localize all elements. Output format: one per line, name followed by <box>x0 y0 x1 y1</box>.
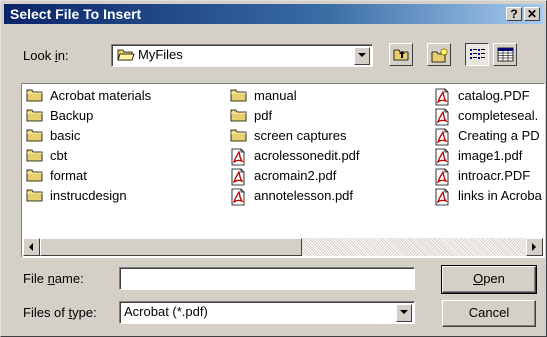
file-name-text: cbt <box>50 148 68 163</box>
folder-icon <box>26 128 44 145</box>
folder-icon <box>230 108 248 125</box>
cancel-button[interactable]: Cancel <box>442 300 536 327</box>
file-name-label: File name: <box>23 271 84 286</box>
scrollbar-thumb[interactable] <box>40 238 302 256</box>
select-file-dialog: Select File To Insert ? ✕ Look in: MyFil… <box>0 0 547 337</box>
open-folder-icon <box>117 49 135 61</box>
file-name-text: Acrobat materials <box>50 88 152 103</box>
folder-icon <box>26 148 44 165</box>
file-list[interactable]: Acrobat materials Backup basic cbt format ins… <box>21 83 545 258</box>
close-button[interactable]: ✕ <box>524 7 540 21</box>
scroll-right-button[interactable] <box>526 238 543 256</box>
look-in-value: MyFiles <box>138 47 183 62</box>
arrow-right-icon <box>532 243 536 251</box>
file-name-text: introacr.PDF <box>458 168 531 183</box>
list-view-button[interactable] <box>465 43 489 66</box>
details-view-button[interactable] <box>493 43 517 66</box>
pdf-file-icon <box>434 148 450 169</box>
look-in-dropdown-button[interactable] <box>354 47 370 65</box>
folder-icon <box>26 168 44 185</box>
look-in-label: Look in: <box>23 48 69 63</box>
folder-icon <box>230 88 248 105</box>
chevron-down-icon <box>400 310 408 314</box>
help-button[interactable]: ? <box>506 7 522 21</box>
file-name-text: Backup <box>50 108 94 123</box>
horizontal-scrollbar[interactable] <box>23 238 543 256</box>
file-type-value: Acrobat (*.pdf) <box>124 304 208 319</box>
file-name-text: screen captures <box>254 128 347 143</box>
file-name-text: Creating a PD <box>458 128 540 143</box>
arrow-left-icon <box>29 243 33 251</box>
file-type-dropdown[interactable]: Acrobat (*.pdf) <box>119 301 415 324</box>
file-name-text: image1.pdf <box>458 148 523 163</box>
pdf-file-icon <box>434 168 450 189</box>
file-name-text: format <box>50 168 87 183</box>
file-name-text: pdf <box>254 108 273 123</box>
details-view-icon <box>497 47 514 62</box>
file-name-text: acromain2.pdf <box>254 168 337 183</box>
folder-icon <box>26 188 44 205</box>
file-name-text: acrolessonedit.pdf <box>254 148 360 163</box>
scroll-left-button[interactable] <box>23 238 40 256</box>
file-type-dropdown-button[interactable] <box>396 304 412 322</box>
file-name-text: instrucdesign <box>50 188 127 203</box>
up-one-level-icon <box>393 49 409 61</box>
new-folder-icon <box>431 47 449 63</box>
file-name-text: basic <box>50 128 81 143</box>
pdf-file-icon <box>434 108 450 129</box>
look-in-dropdown[interactable]: MyFiles <box>111 44 373 67</box>
file-name-text: catalog.PDF <box>458 88 530 103</box>
file-name-input[interactable] <box>119 267 415 290</box>
pdf-file-icon <box>230 148 246 169</box>
dialog-title: Select File To Insert <box>10 6 142 22</box>
new-folder-button[interactable] <box>427 43 451 66</box>
file-name-text: annotelesson.pdf <box>254 188 354 203</box>
folder-icon <box>26 108 44 125</box>
pdf-file-icon <box>230 168 246 189</box>
open-button[interactable]: Open <box>441 265 537 294</box>
folder-icon <box>230 128 248 145</box>
folder-icon <box>26 88 44 105</box>
pdf-file-icon <box>434 188 450 209</box>
file-name-text: completeseal. <box>458 108 539 123</box>
up-one-level-button[interactable] <box>389 43 413 66</box>
pdf-file-icon <box>434 128 450 149</box>
title-bar[interactable]: Select File To Insert ? ✕ <box>4 4 543 24</box>
list-view-icon <box>470 49 485 59</box>
file-name-text: manual <box>254 88 297 103</box>
pdf-file-icon <box>230 188 246 209</box>
pdf-file-icon <box>434 88 450 109</box>
chevron-down-icon <box>358 53 366 57</box>
file-type-label: Files of type: <box>23 305 97 320</box>
file-name-text: links in Acroba <box>458 188 542 203</box>
